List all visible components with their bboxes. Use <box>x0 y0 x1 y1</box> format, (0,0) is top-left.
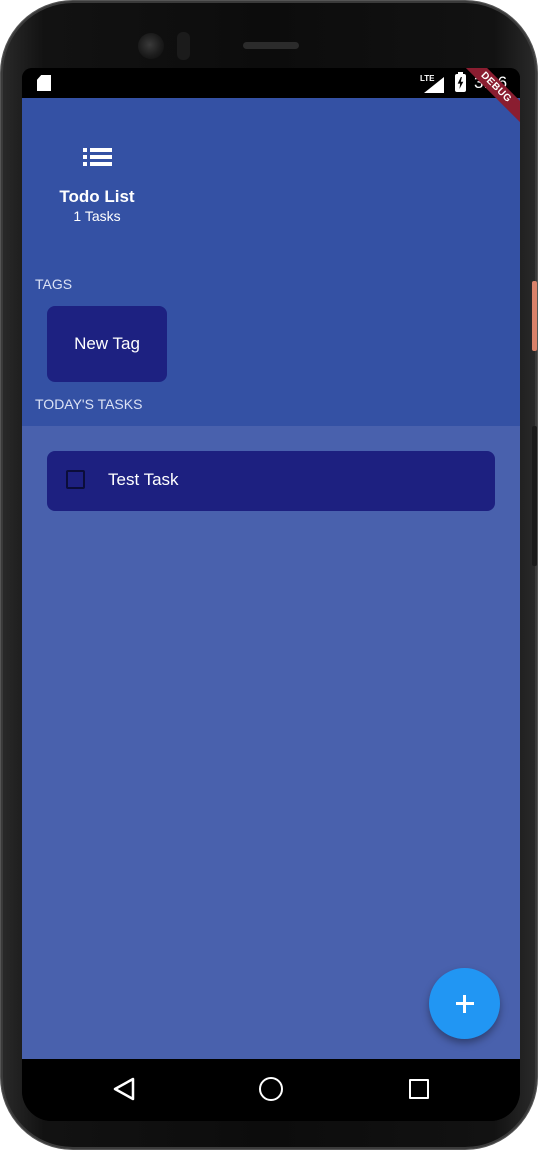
app-title: Todo List <box>59 187 135 206</box>
task-label: Test Task <box>108 470 179 489</box>
charging-bolt-icon <box>457 77 464 89</box>
add-icon-vertical <box>463 994 466 1013</box>
task-list-area <box>22 426 520 1059</box>
phone-frame: LTE 3:16 DEBUG Todo List 1 Tasks TAGS Ne… <box>1 1 537 1149</box>
front-camera <box>138 33 164 59</box>
signal-icon <box>424 77 444 93</box>
app-header: Todo List 1 Tasks TAGS New Tag TODAY'S T… <box>22 98 520 426</box>
status-bar: LTE 3:16 <box>22 68 520 98</box>
home-icon[interactable] <box>259 1077 283 1101</box>
power-button <box>532 281 537 351</box>
add-task-button[interactable] <box>429 968 500 1039</box>
volume-button <box>532 426 537 566</box>
tag-chip-label: New Tag <box>74 334 140 353</box>
list-icon <box>83 148 113 166</box>
tags-section-label: TAGS <box>35 276 73 292</box>
screen: LTE 3:16 DEBUG Todo List 1 Tasks TAGS Ne… <box>22 68 520 1121</box>
task-count: 1 Tasks <box>73 208 121 224</box>
system-nav-bar <box>22 1059 520 1121</box>
recents-icon[interactable] <box>409 1079 429 1099</box>
earpiece-speaker <box>243 42 299 49</box>
todays-tasks-section-label: TODAY'S TASKS <box>35 396 143 412</box>
proximity-sensor <box>177 32 190 60</box>
sd-card-icon <box>37 75 51 91</box>
task-checkbox[interactable] <box>66 470 85 489</box>
back-icon[interactable] <box>113 1077 135 1101</box>
tag-chip-new-tag[interactable]: New Tag <box>47 306 167 382</box>
battery-charging-icon <box>455 72 466 92</box>
task-item[interactable]: Test Task <box>47 451 495 511</box>
